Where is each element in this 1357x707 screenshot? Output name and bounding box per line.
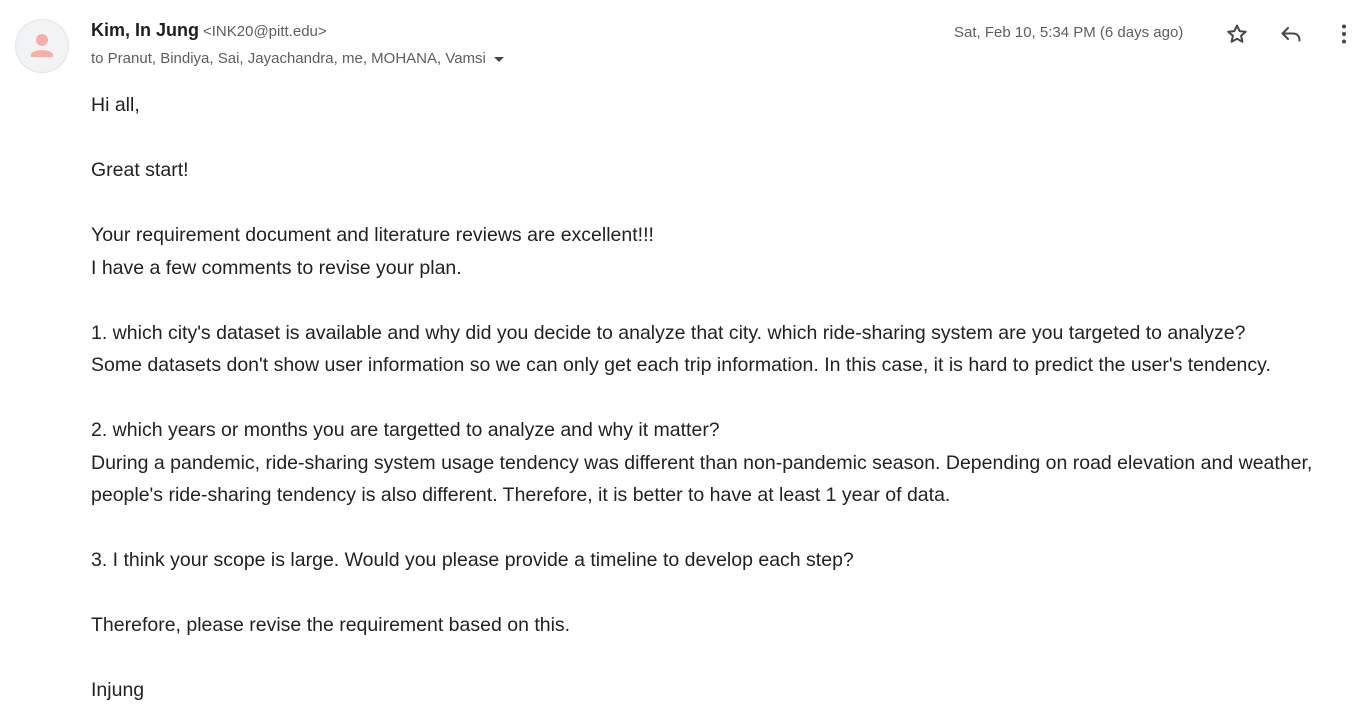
body-point2-note: During a pandemic, ride-sharing system u… (91, 451, 1313, 507)
body-point1-question: 1. which city's dataset is available and… (91, 321, 1246, 344)
message-body: Hi all, Great start! Your requirement do… (91, 89, 1353, 707)
more-options-button[interactable] (1332, 22, 1356, 46)
reply-icon (1281, 27, 1301, 42)
message-date[interactable]: Sat, Feb 10, 5:34 PM (6 days ago) (954, 24, 1183, 41)
person-icon (31, 34, 53, 57)
body-point1-note: Some datasets don't show user informatio… (91, 354, 1271, 376)
star-button[interactable] (1225, 22, 1249, 46)
body-greeting: Hi all, (91, 94, 140, 116)
sender-email[interactable]: <INK20@pitt.edu> (203, 23, 327, 40)
body-point3: 3. I think your scope is large. Would yo… (91, 549, 854, 571)
recipients-list: to Pranut, Bindiya, Sai, Jayachandra, me… (91, 50, 486, 67)
more-vertical-icon (1342, 24, 1346, 44)
body-point2-question: 2. which years or months you are targett… (91, 419, 720, 441)
body-comments: I have a few comments to revise your pla… (91, 256, 462, 279)
body-closing: Therefore, please revise the requirement… (91, 614, 571, 636)
show-details-caret-icon[interactable] (493, 57, 504, 62)
sender-avatar[interactable] (15, 19, 69, 73)
body-signature: Injung (91, 679, 145, 701)
star-icon (1227, 24, 1247, 43)
sender-line: Kim, In Jung <INK20@pitt.edu> (91, 20, 327, 41)
body-excellent: Your requirement document and literature… (91, 224, 654, 246)
sender-name[interactable]: Kim, In Jung (91, 20, 199, 40)
reply-button[interactable] (1279, 22, 1303, 46)
body-great-start: Great start! (91, 159, 189, 181)
recipients-line: to Pranut, Bindiya, Sai, Jayachandra, me… (91, 50, 504, 67)
